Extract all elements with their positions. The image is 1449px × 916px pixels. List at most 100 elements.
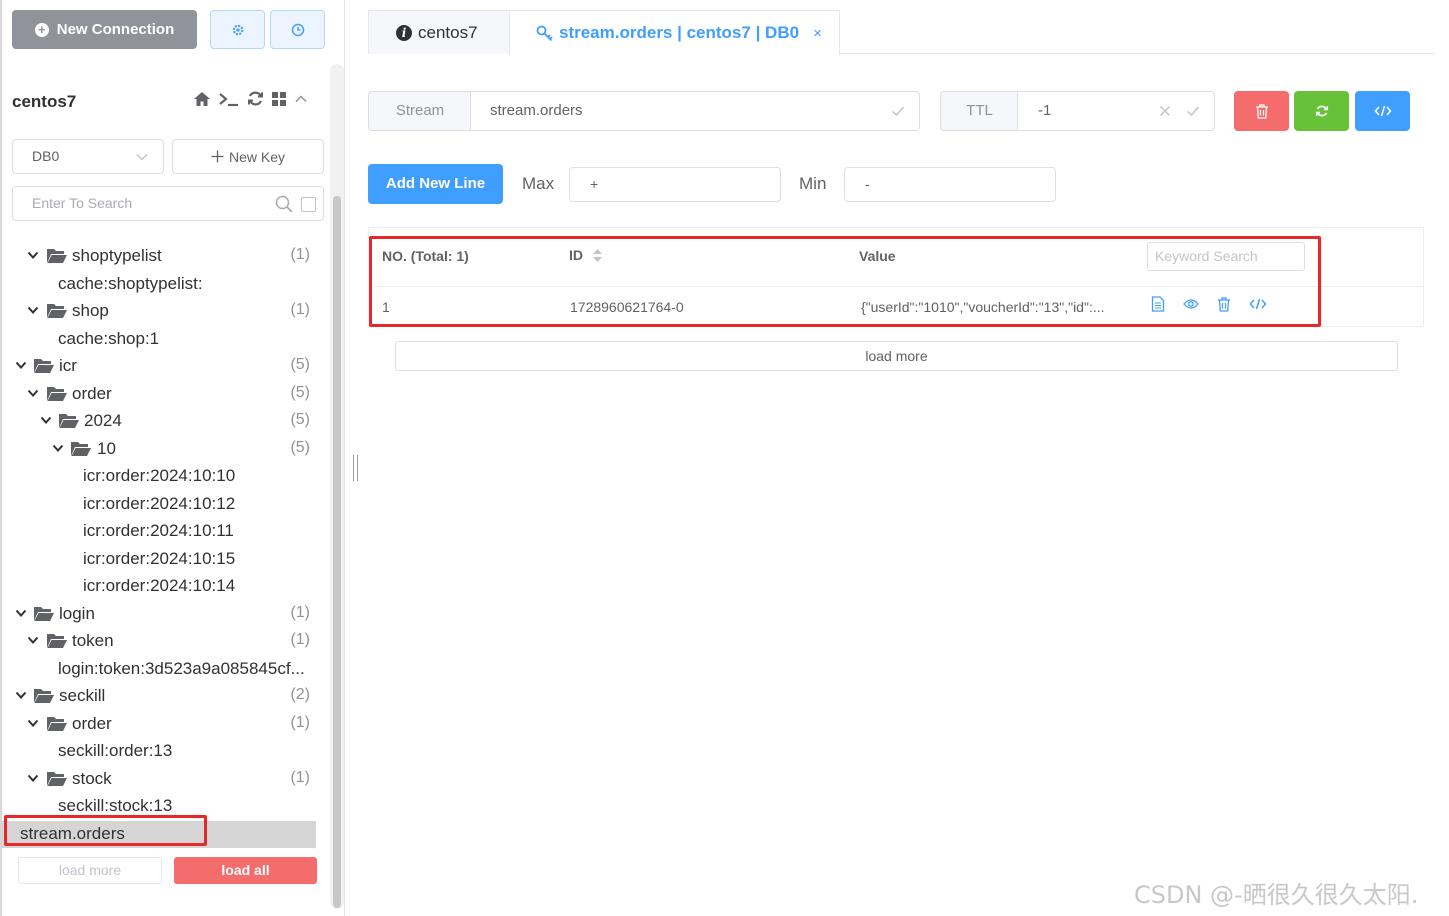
tab-close-icon[interactable]: ×	[813, 25, 822, 42]
tree-folder-label: shoptypelist	[72, 246, 162, 265]
refresh-key-button[interactable]	[1294, 91, 1349, 131]
chevron-down-icon[interactable]	[52, 442, 64, 454]
plus-circle-icon: +	[34, 22, 49, 37]
ttl-input[interactable]: -1	[1017, 91, 1215, 131]
tree-folder-row[interactable]: stock (1)	[0, 766, 316, 794]
exact-match-checkbox[interactable]	[301, 197, 316, 212]
key-tree: shoptypelist (1) cache:shoptypelist: shop (1…	[0, 243, 316, 848]
table-highlight-box	[369, 236, 1321, 327]
chevron-down-icon[interactable]	[27, 772, 39, 784]
key-name-value: stream.orders	[490, 102, 583, 119]
tree-folder-label: order	[72, 713, 112, 733]
panel-resize-handle[interactable]	[353, 455, 358, 481]
folder-open-icon	[59, 414, 79, 428]
connection-name: centos7	[12, 92, 77, 111]
folder-open-icon	[71, 441, 91, 456]
tab-stream-orders[interactable]: stream.orders | centos7 | DB0 ×	[509, 10, 840, 55]
folder-open-icon	[47, 771, 67, 786]
tree-folder-label: order	[72, 383, 112, 403]
tree-key-row[interactable]: icr:order:2024:10:14	[0, 573, 316, 601]
tree-folder-row[interactable]: token (1)	[0, 628, 316, 656]
clear-icon[interactable]	[1158, 104, 1172, 118]
grid-icon[interactable]	[271, 91, 287, 107]
chevron-down-icon[interactable]	[27, 634, 39, 646]
sidebar: + New Connection centos7 DB0 New Key Ent…	[0, 0, 344, 916]
folder-open-icon	[34, 606, 54, 621]
terminal-icon[interactable]	[218, 91, 240, 107]
tree-folder-count: (5)	[290, 438, 310, 456]
info-icon: i	[396, 24, 412, 41]
folder-open-icon	[47, 304, 67, 318]
new-key-label: New Key	[228, 148, 286, 165]
settings-button[interactable]	[210, 10, 265, 49]
history-button[interactable]	[270, 10, 325, 49]
tree-folder-row[interactable]: login (1)	[0, 601, 316, 629]
check-icon[interactable]	[1186, 104, 1200, 118]
plus-icon	[211, 150, 224, 163]
tree-folder-row[interactable]: order (1)	[0, 711, 316, 739]
tree-key-row[interactable]: login:token:3d523a9a085845cf...	[0, 656, 316, 684]
tab-bar: i centos7 stream.orders | centos7 | DB0 …	[368, 10, 1435, 55]
max-input[interactable]: +	[569, 167, 781, 202]
chevron-down-icon[interactable]	[27, 249, 39, 261]
tree-key-label: icr:order:2024:10:14	[83, 576, 236, 595]
key-type-label: Stream	[368, 91, 471, 131]
tree-key-row[interactable]: cache:shop:1	[0, 326, 316, 354]
tree-key-row[interactable]: icr:order:2024:10:11	[0, 518, 316, 546]
tree-folder-row[interactable]: 10 (5)	[0, 436, 316, 464]
check-icon[interactable]	[891, 104, 905, 118]
tree-folder-count: (5)	[290, 356, 310, 373]
tree-folder-row[interactable]: shoptypelist (1)	[0, 243, 316, 271]
folder-open-icon	[47, 249, 67, 263]
key-icon	[536, 25, 553, 41]
key-search-input[interactable]: Enter To Search	[12, 186, 324, 221]
tree-key-row[interactable]: icr:order:2024:10:10	[0, 463, 316, 491]
chevron-down-icon[interactable]	[15, 607, 27, 619]
tree-key-label: icr:order:2024:10:11	[83, 521, 234, 540]
chevron-down-icon[interactable]	[27, 304, 39, 316]
new-key-button[interactable]: New Key	[172, 139, 324, 174]
tree-folder-row[interactable]: 2024 (5)	[0, 408, 316, 436]
new-connection-button[interactable]: + New Connection	[12, 10, 197, 49]
tree-key-row[interactable]: seckill:order:13	[0, 738, 316, 766]
min-input[interactable]: -	[844, 167, 1056, 202]
tree-key-row[interactable]: icr:order:2024:10:12	[0, 491, 316, 519]
tree-folder-row[interactable]: shop (1)	[0, 298, 316, 326]
tree-key-row[interactable]: cache:shoptypelist:	[0, 271, 316, 299]
tree-folder-row[interactable]: seckill (2)	[0, 683, 316, 711]
chevron-down-icon[interactable]	[15, 689, 27, 701]
tree-folder-label: stock	[72, 768, 112, 788]
sidebar-load-more-button[interactable]: load more	[18, 857, 162, 884]
table-load-more-button[interactable]: load more	[395, 341, 1398, 371]
tree-folder-count: (1)	[290, 713, 310, 731]
home-icon[interactable]	[193, 91, 211, 107]
folder-open-icon	[47, 716, 67, 731]
dump-command-button[interactable]	[1355, 91, 1410, 131]
watermark: CSDN @-晒很久很久太阳.	[1134, 881, 1419, 909]
chevron-down-icon[interactable]	[15, 359, 27, 371]
tree-folder-row[interactable]: order (5)	[0, 381, 316, 409]
db-select[interactable]: DB0	[12, 139, 164, 174]
tree-folder-count: (1)	[290, 603, 310, 621]
sidebar-scrollbar-thumb[interactable]	[333, 196, 341, 908]
chevron-up-icon[interactable]	[294, 92, 308, 106]
tree-folder-row[interactable]: icr (5)	[0, 353, 316, 381]
tree-key-label: icr:order:2024:10:15	[83, 548, 236, 568]
sidebar-load-all-button[interactable]: load all	[174, 857, 317, 884]
chevron-down-icon[interactable]	[27, 717, 39, 729]
tree-folder-count: (1)	[290, 631, 310, 648]
tree-key-row[interactable]: icr:order:2024:10:15	[0, 546, 316, 574]
chevron-down-icon[interactable]	[40, 414, 52, 426]
refresh-icon[interactable]	[247, 90, 264, 107]
tree-folder-count: (1)	[290, 246, 310, 263]
delete-key-button[interactable]	[1234, 91, 1289, 131]
tree-folder-label: seckill	[59, 686, 106, 705]
add-new-line-button[interactable]: Add New Line	[368, 164, 503, 204]
search-icon[interactable]	[275, 195, 293, 213]
chevron-down-icon[interactable]	[27, 387, 39, 399]
clock-icon	[291, 23, 304, 36]
tree-folder-label: shop	[72, 301, 109, 320]
tab-connection[interactable]: i centos7	[368, 10, 510, 54]
min-label: Min	[799, 174, 827, 193]
key-name-input[interactable]: stream.orders	[470, 91, 920, 131]
